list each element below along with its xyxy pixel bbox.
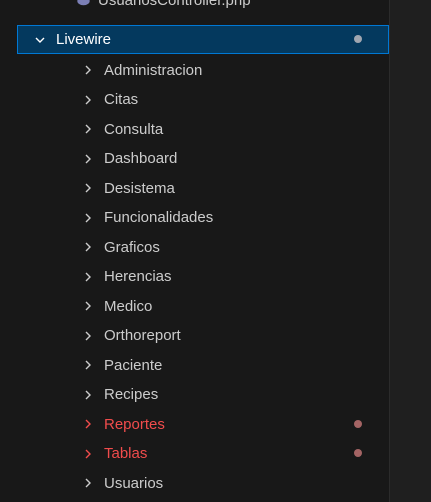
php-file-icon: [77, 0, 90, 6]
folder-label: Administracion: [104, 61, 203, 79]
folder-row-administracion[interactable]: Administracion: [17, 56, 389, 85]
error-indicator-dot: [354, 449, 362, 457]
folder-row-dashboard[interactable]: Dashboard: [17, 144, 389, 173]
folder-label: Usuarios: [104, 474, 164, 492]
folder-row-recipes[interactable]: Recipes: [17, 380, 389, 409]
chevron-right-icon[interactable]: [81, 447, 95, 461]
folder-label: Dashboard: [104, 150, 178, 167]
folder-row-paciente[interactable]: Paciente: [17, 351, 389, 380]
chevron-right-icon[interactable]: [81, 93, 95, 107]
modified-indicator-dot: [354, 35, 362, 43]
folder-label: Funcionalidades: [104, 209, 214, 226]
chevron-right-icon[interactable]: [81, 417, 95, 431]
folder-label: Consulta: [104, 120, 164, 138]
folder-label: Desistema: [104, 179, 175, 197]
error-indicator-dot: [354, 419, 362, 428]
chevron-right-icon[interactable]: [81, 240, 95, 254]
folder-label: Medico: [104, 297, 153, 315]
folder-label: Livewire: [56, 31, 112, 48]
folder-row-herencias[interactable]: Herencias: [17, 262, 389, 291]
folder-row-funcionalidades[interactable]: Funcionalidades: [17, 203, 389, 232]
folder-row-graficos[interactable]: Graficos: [17, 233, 389, 262]
folder-label: Recipes: [104, 386, 159, 403]
folder-row-desistema[interactable]: Desistema: [17, 174, 389, 203]
chevron-right-icon[interactable]: [81, 122, 95, 136]
folder-label: Orthoreport: [104, 327, 181, 344]
folder-row-orthoreport[interactable]: Orthoreport: [17, 321, 389, 350]
chevron-right-icon[interactable]: [81, 63, 95, 77]
chevron-right-icon[interactable]: [81, 181, 95, 195]
folder-row-citas[interactable]: Citas: [17, 85, 389, 114]
folder-label: Tablas: [104, 445, 148, 462]
folder-label: Herencias: [104, 268, 172, 285]
chevron-right-icon[interactable]: [81, 358, 95, 372]
chevron-right-icon[interactable]: [81, 476, 95, 490]
folder-label: Citas: [104, 91, 139, 108]
folder-row-usuarios[interactable]: Usuarios: [17, 469, 389, 498]
folder-label: Paciente: [104, 356, 163, 374]
chevron-right-icon[interactable]: [81, 270, 95, 284]
chevron-down-icon[interactable]: [33, 33, 47, 47]
chevron-right-icon[interactable]: [81, 388, 95, 402]
chevron-right-icon[interactable]: [81, 152, 95, 166]
file-label: UsuariosController.php: [98, 0, 251, 9]
folder-row-livewire[interactable]: Livewire: [17, 25, 389, 54]
chevron-right-icon[interactable]: [81, 211, 95, 225]
folder-row-tablas[interactable]: Tablas: [17, 439, 389, 468]
vscode-window: UsuariosController.php Livewire Administ…: [0, 0, 431, 502]
file-row-usuarios-controller[interactable]: UsuariosController.php: [17, 0, 389, 15]
chevron-right-icon[interactable]: [81, 299, 95, 313]
chevron-right-icon[interactable]: [81, 329, 95, 343]
folder-label: Graficos: [104, 238, 160, 256]
folder-row-medico[interactable]: Medico: [17, 292, 389, 321]
editor-area: [389, 0, 431, 502]
folder-label: Reportes: [104, 415, 165, 433]
folder-row-reportes[interactable]: Reportes: [17, 410, 389, 439]
folder-row-consulta[interactable]: Consulta: [17, 115, 389, 144]
file-explorer: UsuariosController.php Livewire Administ…: [17, 0, 389, 502]
